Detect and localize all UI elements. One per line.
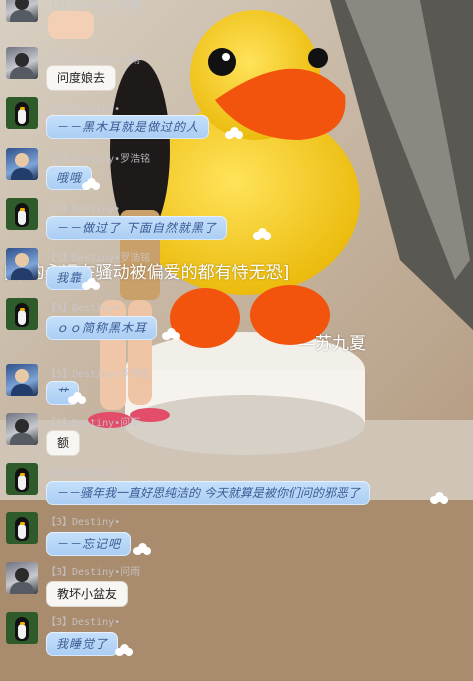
sender-name: 【5】Destiny•罗浩铭 — [46, 369, 151, 380]
sender-name: 【5】Destiny•罗浩铭 — [46, 253, 151, 264]
sender-name: 【3】Destiny• — [46, 204, 121, 215]
message-bubble: －－骚年我一直好思纯洁的 今天就算是被你们问的邪恶了 — [46, 481, 370, 505]
avatar[interactable] — [6, 612, 38, 644]
avatar[interactable] — [6, 248, 38, 280]
chat-message-list[interactable]: 【3】Destiny•芙蕾 【3】Destiny•问雨 问度娘去 【3】Dest… — [0, 0, 473, 681]
message-bubble: －－忘记吧 — [46, 532, 132, 556]
message-bubble: 教坏小盆友 — [46, 581, 129, 607]
avatar[interactable] — [6, 198, 38, 230]
cloud-icon — [253, 228, 271, 240]
sticker-icon — [48, 11, 94, 39]
message-bubble: －－黑木耳就是做过的人 — [46, 115, 210, 139]
sender-name: 【3】Destiny•芙蕾 — [46, 0, 141, 11]
sender-name: 【3】Destiny•问雨 — [46, 567, 141, 578]
avatar[interactable] — [6, 148, 38, 180]
avatar[interactable] — [6, 413, 38, 445]
cloud-icon — [82, 178, 100, 190]
cloud-icon — [115, 644, 133, 656]
sender-name: 【3】Destiny• — [46, 617, 121, 628]
cloud-icon — [82, 278, 100, 290]
sender-name: 【3】Destiny•问雨 — [46, 418, 141, 429]
sender-name: 【5】Destiny•罗浩铭 — [46, 154, 151, 165]
sender-name: 【3】Destiny• — [46, 303, 121, 314]
cloud-icon — [430, 492, 448, 504]
avatar[interactable] — [6, 512, 38, 544]
message-bubble: 额 — [46, 430, 81, 456]
avatar[interactable] — [6, 364, 38, 396]
message-bubble: 问度娘去 — [46, 65, 117, 91]
message-bubble: ｏｏ简称黑木耳 — [46, 316, 158, 340]
sender-name: 【3】Destiny• — [46, 104, 121, 115]
cloud-icon — [68, 392, 86, 404]
avatar[interactable] — [6, 463, 38, 495]
sender-name: 【3】Destiny• — [46, 468, 121, 479]
cloud-icon — [133, 543, 151, 555]
avatar[interactable] — [6, 47, 38, 79]
avatar[interactable] — [6, 562, 38, 594]
sender-name: 【3】Destiny•问雨 — [46, 55, 141, 66]
avatar[interactable] — [6, 298, 38, 330]
message-bubble: 我睡觉了 — [46, 632, 119, 656]
sender-name: 【3】Destiny• — [46, 517, 121, 528]
cloud-icon — [225, 127, 243, 139]
avatar[interactable] — [6, 0, 38, 22]
message-bubble: －－做过了 下面自然就黑了 — [46, 216, 227, 240]
cloud-icon — [162, 328, 180, 340]
avatar[interactable] — [6, 97, 38, 129]
